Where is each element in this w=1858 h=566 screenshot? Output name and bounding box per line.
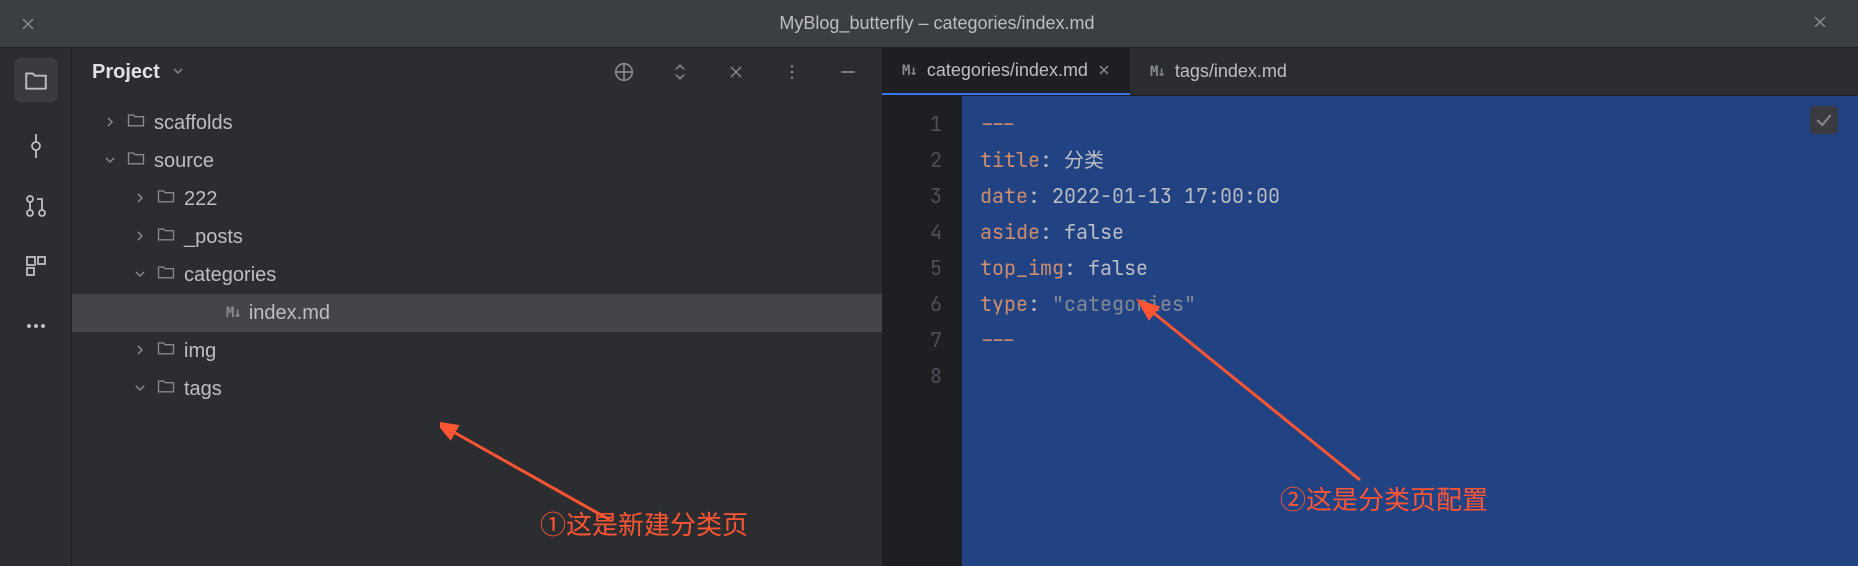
line-number: 3 xyxy=(882,178,942,214)
commit-tool-icon[interactable] xyxy=(20,130,52,162)
chevron-down-icon[interactable] xyxy=(172,64,184,80)
line-number: 8 xyxy=(882,358,942,394)
tree-item-img[interactable]: img xyxy=(72,332,882,370)
line-number: 7 xyxy=(882,322,942,358)
structure-tool-icon[interactable] xyxy=(20,250,52,282)
tree-item-222[interactable]: 222 xyxy=(72,180,882,218)
close-tab-icon[interactable] xyxy=(1098,63,1110,79)
folder-icon xyxy=(156,376,176,402)
hide-panel-icon[interactable] xyxy=(834,58,862,86)
title-bar: MyBlog_butterfly – categories/index.md xyxy=(0,0,1858,48)
editor-tab[interactable]: M↓ tags/index.md xyxy=(1130,48,1307,95)
collapse-all-icon[interactable] xyxy=(722,58,750,86)
tree-item-source[interactable]: source xyxy=(72,142,882,180)
tree-label: 222 xyxy=(184,188,217,211)
project-header: Project xyxy=(72,48,882,96)
editor-body[interactable]: 12345678 --- title: 分类 date: 2022-01-13 … xyxy=(882,96,1858,566)
line-number: 6 xyxy=(882,286,942,322)
pull-requests-icon[interactable] xyxy=(20,190,52,222)
markdown-file-icon: M↓ xyxy=(1150,64,1165,80)
close-window-icon[interactable] xyxy=(20,16,36,32)
gutter: 12345678 xyxy=(882,96,962,566)
folder-icon xyxy=(156,186,176,212)
code-area[interactable]: --- title: 分类 date: 2022-01-13 17:00:00 … xyxy=(962,96,1858,566)
tool-sidebar xyxy=(0,48,72,566)
editor-area: M↓ categories/index.md M↓ tags/index.md 123… xyxy=(882,48,1858,566)
folder-icon xyxy=(126,148,146,174)
settings-icon[interactable] xyxy=(778,58,806,86)
chevron-right-icon[interactable] xyxy=(132,343,148,359)
markdown-file-icon: M↓ xyxy=(226,305,241,321)
project-tool-icon[interactable] xyxy=(14,58,58,102)
tree-item-categories[interactable]: categories xyxy=(72,256,882,294)
more-tool-icon[interactable] xyxy=(20,310,52,342)
select-opened-file-icon[interactable] xyxy=(610,58,638,86)
editor-tab[interactable]: M↓ categories/index.md xyxy=(882,48,1130,95)
tree-label: index.md xyxy=(249,302,330,325)
project-panel: Project scaffolds source 222 _posts categori… xyxy=(72,48,882,566)
recent-close-icon[interactable] xyxy=(1812,14,1828,35)
chevron-down-icon[interactable] xyxy=(102,153,118,169)
tree-label: source xyxy=(154,150,214,173)
folder-icon xyxy=(156,224,176,250)
chevron-down-icon[interactable] xyxy=(132,381,148,397)
line-number: 2 xyxy=(882,142,942,178)
tab-label: categories/index.md xyxy=(927,60,1088,81)
line-number: 4 xyxy=(882,214,942,250)
file-tree: scaffolds source 222 _posts categories M↓ ind… xyxy=(72,96,882,416)
tree-label: scaffolds xyxy=(154,112,233,135)
chevron-right-icon[interactable] xyxy=(132,191,148,207)
tab-label: tags/index.md xyxy=(1175,61,1287,82)
line-number: 1 xyxy=(882,106,942,142)
tree-label: _posts xyxy=(184,226,243,249)
project-title: Project xyxy=(92,61,160,84)
chevron-down-icon[interactable] xyxy=(132,267,148,283)
chevron-right-icon[interactable] xyxy=(102,115,118,131)
inspection-check-icon[interactable] xyxy=(1810,106,1838,134)
folder-icon xyxy=(156,338,176,364)
tree-label: img xyxy=(184,340,216,363)
tree-item-tags[interactable]: tags xyxy=(72,370,882,408)
window-title: MyBlog_butterfly – categories/index.md xyxy=(36,13,1838,34)
folder-icon xyxy=(126,110,146,136)
tree-item-index-md[interactable]: M↓ index.md xyxy=(72,294,882,332)
tree-item-scaffolds[interactable]: scaffolds xyxy=(72,104,882,142)
markdown-file-icon: M↓ xyxy=(902,63,917,79)
tree-item--posts[interactable]: _posts xyxy=(72,218,882,256)
chevron-right-icon[interactable] xyxy=(132,229,148,245)
editor-tabs: M↓ categories/index.md M↓ tags/index.md xyxy=(882,48,1858,96)
folder-icon xyxy=(156,262,176,288)
line-number: 5 xyxy=(882,250,942,286)
expand-all-icon[interactable] xyxy=(666,58,694,86)
tree-label: categories xyxy=(184,264,276,287)
tree-label: tags xyxy=(184,378,222,401)
